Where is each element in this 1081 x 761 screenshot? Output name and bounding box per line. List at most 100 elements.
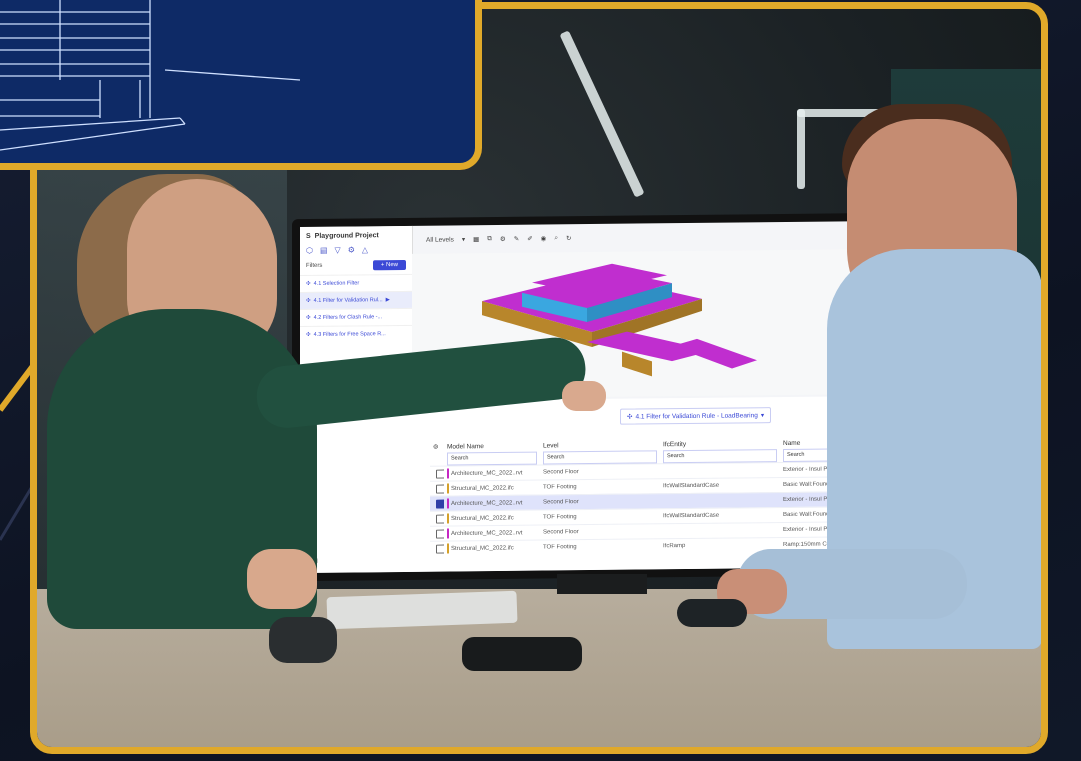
- reset-icon[interactable]: ↻: [566, 234, 571, 242]
- levels-dropdown[interactable]: All Levels: [426, 236, 454, 243]
- list-icon[interactable]: ▤: [320, 246, 328, 255]
- cell-text: Architecture_MC_2022..rvt: [451, 470, 523, 478]
- checkbox[interactable]: [436, 544, 444, 554]
- column-header[interactable]: Level: [540, 439, 660, 451]
- row-checkbox[interactable]: [430, 514, 444, 524]
- level-cell: TOF Footing: [543, 514, 577, 521]
- filter-item-label: 4.1 Filter for Validation Rul...: [313, 297, 383, 304]
- entity-cell: IfcWallStandardCase: [663, 512, 720, 520]
- cell-text: Architecture_MC_2022..rvt: [451, 530, 523, 538]
- model-cell: Structural_MC_2022.ifc: [444, 483, 540, 494]
- row-checkbox[interactable]: [430, 544, 444, 554]
- target-icon[interactable]: ◉: [541, 234, 547, 242]
- model-color-bar: [447, 498, 449, 509]
- checkbox[interactable]: [436, 529, 444, 539]
- woman-hand: [562, 381, 606, 411]
- filter-item[interactable]: ✣ 4.1 Selection Filter: [300, 273, 412, 293]
- chevron-down-icon: ▾: [760, 412, 765, 420]
- entity-cell: IfcWallStandardCase: [663, 482, 720, 490]
- app-logo-icon: S: [306, 232, 311, 240]
- model-color-bar: [447, 528, 449, 539]
- project-header[interactable]: S Playground Project: [300, 226, 412, 244]
- filter-item-label: 4.3 Filters for Free Space R...: [313, 331, 386, 338]
- filter-item[interactable]: ✣ 4.3 Filters for Free Space R...: [300, 324, 412, 344]
- model-color-bar: [447, 543, 449, 554]
- entity-cell: [660, 500, 780, 501]
- search-input[interactable]: Search: [543, 450, 657, 465]
- row-checkbox[interactable]: [430, 484, 444, 494]
- measure-icon[interactable]: ▦: [473, 235, 479, 243]
- filter-node-icon: ✣: [306, 280, 311, 287]
- ceiling-light: [797, 109, 805, 189]
- project-name: Playground Project: [314, 232, 379, 240]
- active-filter-dropdown[interactable]: ✣ 4.1 Filter for Validation Rule - LoadB…: [620, 407, 772, 425]
- search-input[interactable]: Search: [663, 449, 777, 464]
- filter-node-icon: ✣: [306, 331, 311, 338]
- cell-text: Structural_MC_2022.ifc: [451, 515, 514, 523]
- entity-cell: [660, 470, 780, 471]
- zoom-icon[interactable]: ⌕: [554, 234, 558, 242]
- level-cell: Second Floor: [543, 529, 579, 536]
- checkbox[interactable]: [436, 499, 444, 509]
- model-cell: Architecture_MC_2022..rvt: [444, 528, 540, 539]
- monitor-stand: [557, 574, 647, 594]
- cell-text: Structural_MC_2022.ifc: [451, 545, 514, 553]
- select-all-icon[interactable]: ⊚: [430, 441, 444, 453]
- results-table: ⊚ Model Name Level IfcEntity Name Search…: [305, 436, 884, 566]
- entity-cell: [660, 530, 780, 531]
- level-cell: TOF Footing: [543, 484, 577, 491]
- model-cell: Structural_MC_2022.ifc: [444, 513, 540, 524]
- column-header[interactable]: Model Name: [444, 440, 540, 452]
- search-input[interactable]: Search: [447, 451, 537, 466]
- model-cell: Architecture_MC_2022..rvt: [444, 498, 540, 509]
- filter-item[interactable]: ✣ 4.2 Filters for Clash Rule -...: [300, 307, 412, 327]
- filters-header: Filters + New: [300, 256, 412, 275]
- play-icon[interactable]: ▶: [386, 297, 390, 303]
- computer-mouse: [677, 599, 747, 627]
- filter-node-icon: ✣: [306, 314, 311, 321]
- active-filter-label: 4.1 Filter for Validation Rule - LoadBea…: [635, 411, 758, 421]
- comment-icon[interactable]: ✎: [514, 235, 519, 243]
- ceiling-light: [559, 30, 645, 198]
- row-checkbox[interactable]: [430, 529, 444, 539]
- model-cell: Architecture_MC_2022..rvt: [444, 468, 540, 479]
- filter-icon[interactable]: ▽: [335, 246, 341, 255]
- level-cell: Second Floor: [543, 499, 579, 506]
- column-header[interactable]: IfcEntity: [660, 438, 780, 450]
- row-checkbox[interactable]: [430, 499, 444, 509]
- level-cell: TOF Footing: [543, 544, 577, 551]
- model-color-bar: [447, 513, 449, 524]
- warning-icon[interactable]: △: [362, 245, 368, 254]
- pen-icon[interactable]: ✐: [527, 235, 532, 243]
- checkbox[interactable]: [436, 484, 444, 494]
- results-panel: ✣ 4.1 Filter for Validation Rule - LoadB…: [300, 395, 884, 574]
- blueprint-sketch: [0, 0, 301, 151]
- model-color-bar: [447, 483, 449, 494]
- row-checkbox[interactable]: [430, 469, 444, 479]
- filters-heading: Filters: [306, 262, 323, 269]
- section-icon[interactable]: ⧉: [487, 235, 492, 243]
- panel-toolbar: ⬡ ▤ ▽ ⚙ △: [300, 243, 412, 257]
- filter-node-icon: ✣: [306, 297, 311, 304]
- level-cell: Second Floor: [543, 469, 579, 476]
- speaker-puck: [269, 617, 337, 663]
- blueprint-inset: [0, 0, 482, 170]
- entity-cell: IfcRamp: [663, 543, 686, 550]
- phone: [462, 637, 582, 671]
- papers: [326, 590, 518, 630]
- cell-text: Architecture_MC_2022..rvt: [451, 500, 523, 508]
- filter-item-label: 4.2 Filters for Clash Rule -...: [313, 314, 383, 321]
- filter-item[interactable]: ✣ 4.1 Filter for Validation Rul... ▶: [300, 290, 412, 310]
- chevron-down-icon[interactable]: ▾: [462, 235, 465, 243]
- checkbox[interactable]: [436, 469, 444, 479]
- model-cell: Structural_MC_2022.ifc: [444, 543, 540, 554]
- filter-node-icon: ✣: [627, 413, 633, 421]
- woman-hand: [247, 549, 317, 609]
- model-color-bar: [447, 468, 449, 479]
- new-filter-button[interactable]: + New: [372, 259, 406, 271]
- settings-icon[interactable]: ⚙: [500, 235, 506, 243]
- settings-icon[interactable]: ⚙: [348, 245, 355, 254]
- cell-text: Structural_MC_2022.ifc: [451, 485, 514, 493]
- layers-icon[interactable]: ⬡: [306, 246, 313, 255]
- checkbox[interactable]: [436, 514, 444, 524]
